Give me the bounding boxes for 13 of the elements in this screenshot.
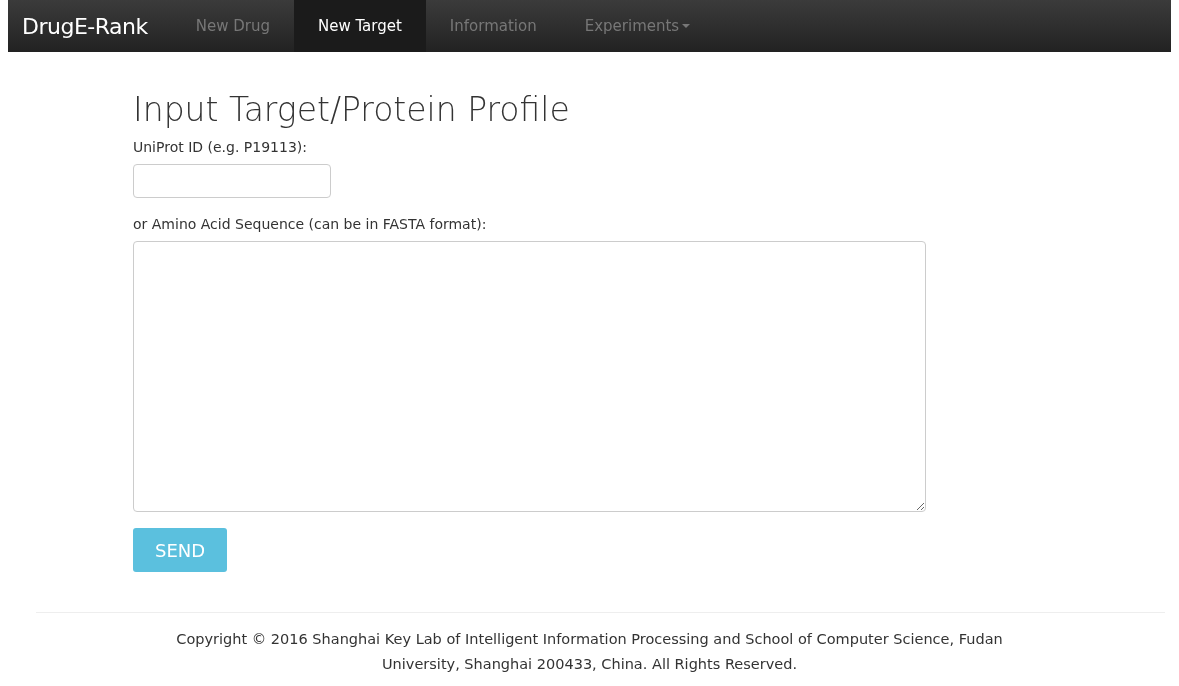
copyright-text: Copyright © 2016 Shanghai Key Lab of Intelligent Information Processing and School of Computer Science, Fudan University, Shanghai 200433, China. All Rights Reserved.: [175, 630, 1004, 674]
field-label: UniProt ID (e.g. P19113):: [133, 139, 308, 155]
nav-tab[interactable]: Information: [425, 0, 561, 52]
sequence-field[interactable]: [133, 241, 926, 512]
caret-icon: [682, 24, 691, 28]
page-title: Input Target/Protein Profile: [133, 90, 571, 129]
brand-logo[interactable]: DrugE-Rank: [8, 0, 162, 52]
nav-tab[interactable]: New Drug: [171, 0, 294, 52]
field-label: or Amino Acid Sequence (can be in FASTA format):: [133, 216, 488, 232]
uniprot-id-field[interactable]: [133, 164, 331, 198]
send-button[interactable]: SEND: [133, 528, 228, 572]
nav-tab[interactable]: New Target: [293, 0, 426, 52]
nav-tab[interactable]: Experiments: [560, 0, 715, 52]
